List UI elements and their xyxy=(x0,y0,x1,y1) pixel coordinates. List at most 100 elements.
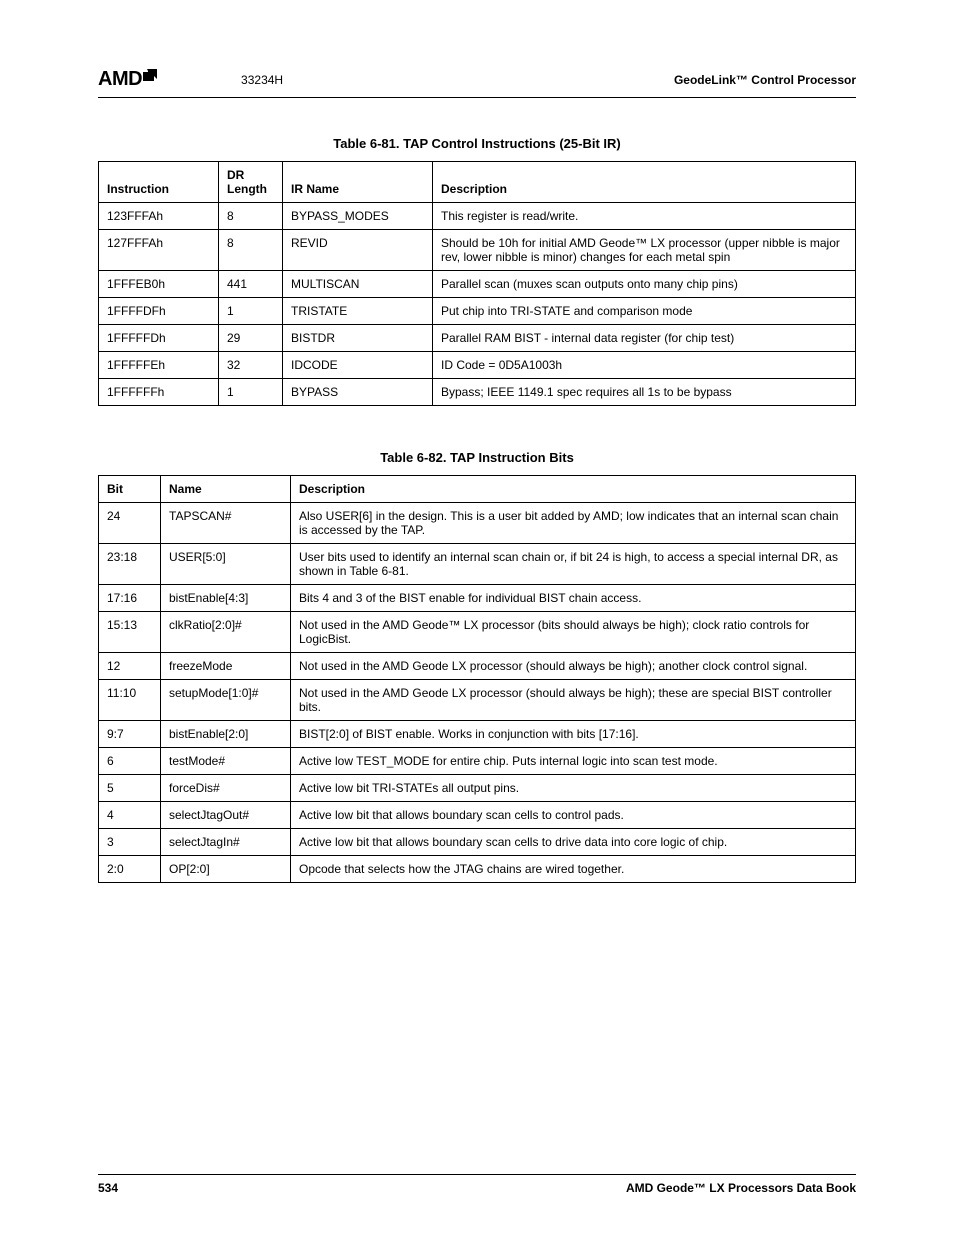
cell: 29 xyxy=(219,325,283,352)
cell: Also USER[6] in the design. This is a us… xyxy=(291,503,856,544)
cell: MULTISCAN xyxy=(283,271,433,298)
cell: selectJtagIn# xyxy=(161,829,291,856)
cell: 3 xyxy=(99,829,161,856)
table-row: 24TAPSCAN#Also USER[6] in the design. Th… xyxy=(99,503,856,544)
cell: BISTDR xyxy=(283,325,433,352)
cell: 32 xyxy=(219,352,283,379)
cell: USER[5:0] xyxy=(161,544,291,585)
cell: clkRatio[2:0]# xyxy=(161,612,291,653)
cell: 17:16 xyxy=(99,585,161,612)
table-row: 12freezeModeNot used in the AMD Geode LX… xyxy=(99,653,856,680)
t1-header-irname: IR Name xyxy=(283,162,433,203)
doc-number: 33234H xyxy=(241,73,283,87)
cell: 1FFFEB0h xyxy=(99,271,219,298)
cell: 11:10 xyxy=(99,680,161,721)
cell: Bits 4 and 3 of the BIST enable for indi… xyxy=(291,585,856,612)
table-row: 4selectJtagOut#Active low bit that allow… xyxy=(99,802,856,829)
cell: 1FFFFDFh xyxy=(99,298,219,325)
cell: BIST[2:0] of BIST enable. Works in conju… xyxy=(291,721,856,748)
table-row: 9:7bistEnable[2:0]BIST[2:0] of BIST enab… xyxy=(99,721,856,748)
cell: 2:0 xyxy=(99,856,161,883)
cell: 9:7 xyxy=(99,721,161,748)
table-6-82: Bit Name Description 24TAPSCAN#Also USER… xyxy=(98,475,856,883)
page-header: AMD 33234H GeodeLink™ Control Processor xyxy=(98,68,856,98)
cell: bistEnable[2:0] xyxy=(161,721,291,748)
table-row: 1FFFFFFh1BYPASSBypass; IEEE 1149.1 spec … xyxy=(99,379,856,406)
cell: 5 xyxy=(99,775,161,802)
cell: 6 xyxy=(99,748,161,775)
table-row: 15:13clkRatio[2:0]#Not used in the AMD G… xyxy=(99,612,856,653)
cell: Bypass; IEEE 1149.1 spec requires all 1s… xyxy=(433,379,856,406)
cell: 127FFFAh xyxy=(99,230,219,271)
table-row: 3selectJtagIn#Active low bit that allows… xyxy=(99,829,856,856)
t2-header-description: Description xyxy=(291,476,856,503)
table-row: 1FFFFDFh1TRISTATEPut chip into TRI-STATE… xyxy=(99,298,856,325)
cell: testMode# xyxy=(161,748,291,775)
cell: OP[2:0] xyxy=(161,856,291,883)
cell: Active low bit that allows boundary scan… xyxy=(291,829,856,856)
cell: Put chip into TRI-STATE and comparison m… xyxy=(433,298,856,325)
cell: 1 xyxy=(219,298,283,325)
table-row: 1FFFEB0h441MULTISCANParallel scan (muxes… xyxy=(99,271,856,298)
cell: 24 xyxy=(99,503,161,544)
cell: 8 xyxy=(219,203,283,230)
cell: forceDis# xyxy=(161,775,291,802)
cell: Parallel scan (muxes scan outputs onto m… xyxy=(433,271,856,298)
book-title: AMD Geode™ LX Processors Data Book xyxy=(626,1181,856,1195)
cell: 15:13 xyxy=(99,612,161,653)
cell: This register is read/write. xyxy=(433,203,856,230)
cell: BYPASS_MODES xyxy=(283,203,433,230)
page-number: 534 xyxy=(98,1181,118,1195)
table-row: 1FFFFFDh29BISTDRParallel RAM BIST - inte… xyxy=(99,325,856,352)
amd-arrow-icon xyxy=(143,69,161,90)
table-row: 11:10setupMode[1:0]#Not used in the AMD … xyxy=(99,680,856,721)
table-row: 1FFFFFEh32IDCODEID Code = 0D5A1003h xyxy=(99,352,856,379)
cell: REVID xyxy=(283,230,433,271)
cell: 4 xyxy=(99,802,161,829)
cell: TRISTATE xyxy=(283,298,433,325)
cell: Should be 10h for initial AMD Geode™ LX … xyxy=(433,230,856,271)
cell: Not used in the AMD Geode™ LX processor … xyxy=(291,612,856,653)
cell: BYPASS xyxy=(283,379,433,406)
t2-header-bit: Bit xyxy=(99,476,161,503)
cell: User bits used to identify an internal s… xyxy=(291,544,856,585)
cell: 8 xyxy=(219,230,283,271)
cell: 123FFFAh xyxy=(99,203,219,230)
table-6-81-title: Table 6-81. TAP Control Instructions (25… xyxy=(98,136,856,151)
t1-header-drlength: DR Length xyxy=(219,162,283,203)
cell: 1 xyxy=(219,379,283,406)
logo-text: AMD xyxy=(98,68,142,91)
t1-header-instruction: Instruction xyxy=(99,162,219,203)
page-footer: 534 AMD Geode™ LX Processors Data Book xyxy=(98,1174,856,1195)
section-title: GeodeLink™ Control Processor xyxy=(674,73,856,87)
cell: Active low TEST_MODE for entire chip. Pu… xyxy=(291,748,856,775)
cell: Parallel RAM BIST - internal data regist… xyxy=(433,325,856,352)
cell: 23:18 xyxy=(99,544,161,585)
cell: Not used in the AMD Geode LX processor (… xyxy=(291,653,856,680)
cell: 12 xyxy=(99,653,161,680)
table-row: 5forceDis#Active low bit TRI-STATEs all … xyxy=(99,775,856,802)
cell: 1FFFFFDh xyxy=(99,325,219,352)
t1-header-description: Description xyxy=(433,162,856,203)
cell: 441 xyxy=(219,271,283,298)
t2-header-name: Name xyxy=(161,476,291,503)
table-row: 6testMode#Active low TEST_MODE for entir… xyxy=(99,748,856,775)
cell: 1FFFFFFh xyxy=(99,379,219,406)
cell: Opcode that selects how the JTAG chains … xyxy=(291,856,856,883)
table-6-82-title: Table 6-82. TAP Instruction Bits xyxy=(98,450,856,465)
cell: selectJtagOut# xyxy=(161,802,291,829)
cell: Not used in the AMD Geode LX processor (… xyxy=(291,680,856,721)
cell: Active low bit that allows boundary scan… xyxy=(291,802,856,829)
table-row: 17:16bistEnable[4:3]Bits 4 and 3 of the … xyxy=(99,585,856,612)
cell: setupMode[1:0]# xyxy=(161,680,291,721)
table-row: 23:18USER[5:0]User bits used to identify… xyxy=(99,544,856,585)
cell: freezeMode xyxy=(161,653,291,680)
table-6-81: Instruction DR Length IR Name Descriptio… xyxy=(98,161,856,406)
cell: Active low bit TRI-STATEs all output pin… xyxy=(291,775,856,802)
cell: bistEnable[4:3] xyxy=(161,585,291,612)
cell: TAPSCAN# xyxy=(161,503,291,544)
cell: 1FFFFFEh xyxy=(99,352,219,379)
amd-logo: AMD xyxy=(98,68,161,91)
cell: ID Code = 0D5A1003h xyxy=(433,352,856,379)
table-row: 127FFFAh8REVIDShould be 10h for initial … xyxy=(99,230,856,271)
